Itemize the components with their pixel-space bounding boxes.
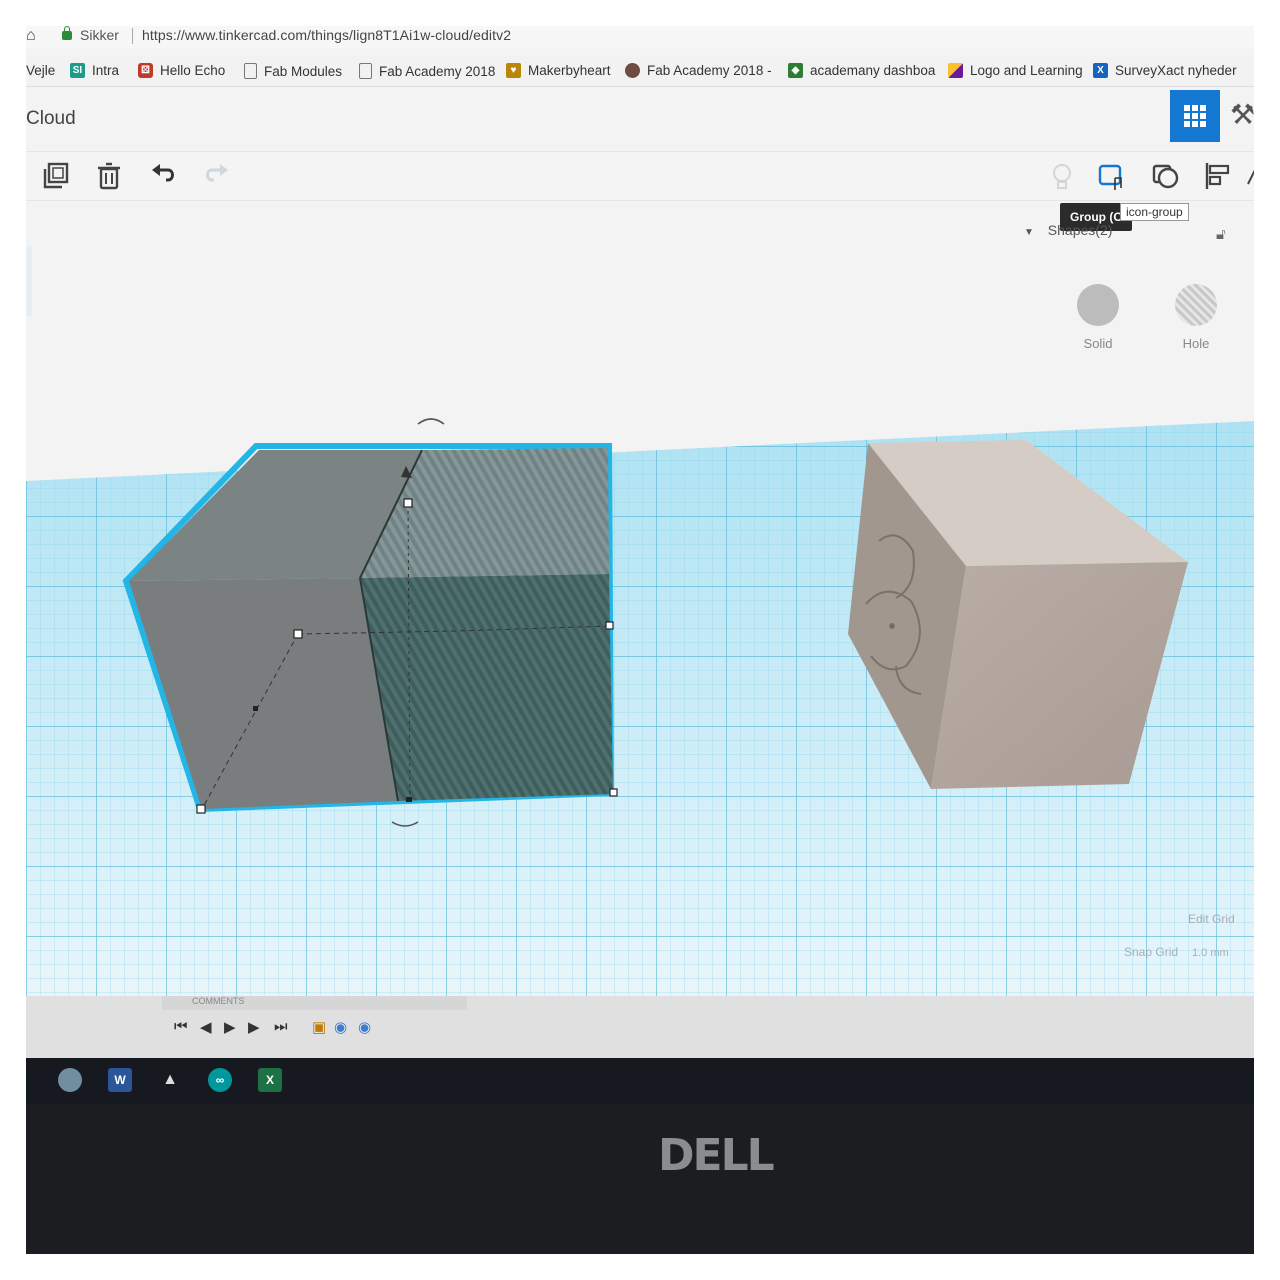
last-frame-icon[interactable]: ⏭ — [274, 1018, 288, 1035]
paint-icon[interactable] — [58, 1068, 82, 1092]
solid-swatch[interactable] — [1077, 284, 1119, 326]
icon-hint: icon-group — [1120, 203, 1189, 221]
next-frame-icon[interactable]: ▶ — [248, 1018, 260, 1036]
rotate-handle-icon[interactable] — [417, 418, 445, 425]
solid-option[interactable]: Solid — [1068, 284, 1128, 351]
laptop-bezel: DELL — [26, 1104, 1254, 1254]
solid-label: Solid — [1083, 336, 1113, 351]
inspector-title: Shapes(2) — [1047, 222, 1113, 238]
playback-controls: ⏮ ◀ ▶ ▶ ⏭ ▣ ◉ ◉ — [162, 1010, 1254, 1042]
sketch-icon[interactable]: ▣ — [312, 1018, 326, 1036]
sphere-icon[interactable]: ◉ — [334, 1018, 347, 1036]
cloud-app-icon[interactable]: ▲ — [158, 1068, 182, 1092]
hole-box-front[interactable] — [360, 574, 613, 801]
edit-grid-label[interactable]: Edit Grid — [1188, 912, 1235, 926]
comments-tab[interactable]: COMMENTS — [162, 996, 467, 1010]
snap-grid-label: Snap Grid — [1124, 945, 1178, 959]
background-app: COMMENTS ⏮ ◀ ▶ ▶ ⏭ ▣ ◉ ◉ — [26, 996, 1254, 1058]
caret-down-icon[interactable]: ▼ — [1024, 227, 1034, 238]
snap-grid-value[interactable]: 1.0 mm — [1192, 947, 1229, 959]
prev-frame-icon[interactable]: ◀ — [200, 1018, 212, 1036]
dell-logo: DELL — [658, 1130, 775, 1181]
excel-icon[interactable]: X — [258, 1068, 282, 1092]
inspector-header[interactable]: ▼ Shapes(2) — [1024, 222, 1112, 238]
taskbar: W ▲ ∞ X — [26, 1058, 1254, 1104]
marker-icon[interactable]: ◉ — [358, 1018, 371, 1036]
arduino-icon[interactable]: ∞ — [208, 1068, 232, 1092]
play-icon[interactable]: ▶ — [224, 1018, 236, 1036]
hole-swatch[interactable] — [1175, 284, 1217, 326]
lock-icon[interactable]: 🔓︎ — [1216, 226, 1226, 243]
hole-option[interactable]: Hole — [1166, 284, 1226, 351]
word-icon[interactable]: W — [108, 1068, 132, 1092]
first-frame-icon[interactable]: ⏮ — [174, 1018, 188, 1035]
screen: ⌂ Sikker https://www.tinkercad.com/thing… — [26, 26, 1254, 1254]
hole-label: Hole — [1182, 336, 1210, 351]
